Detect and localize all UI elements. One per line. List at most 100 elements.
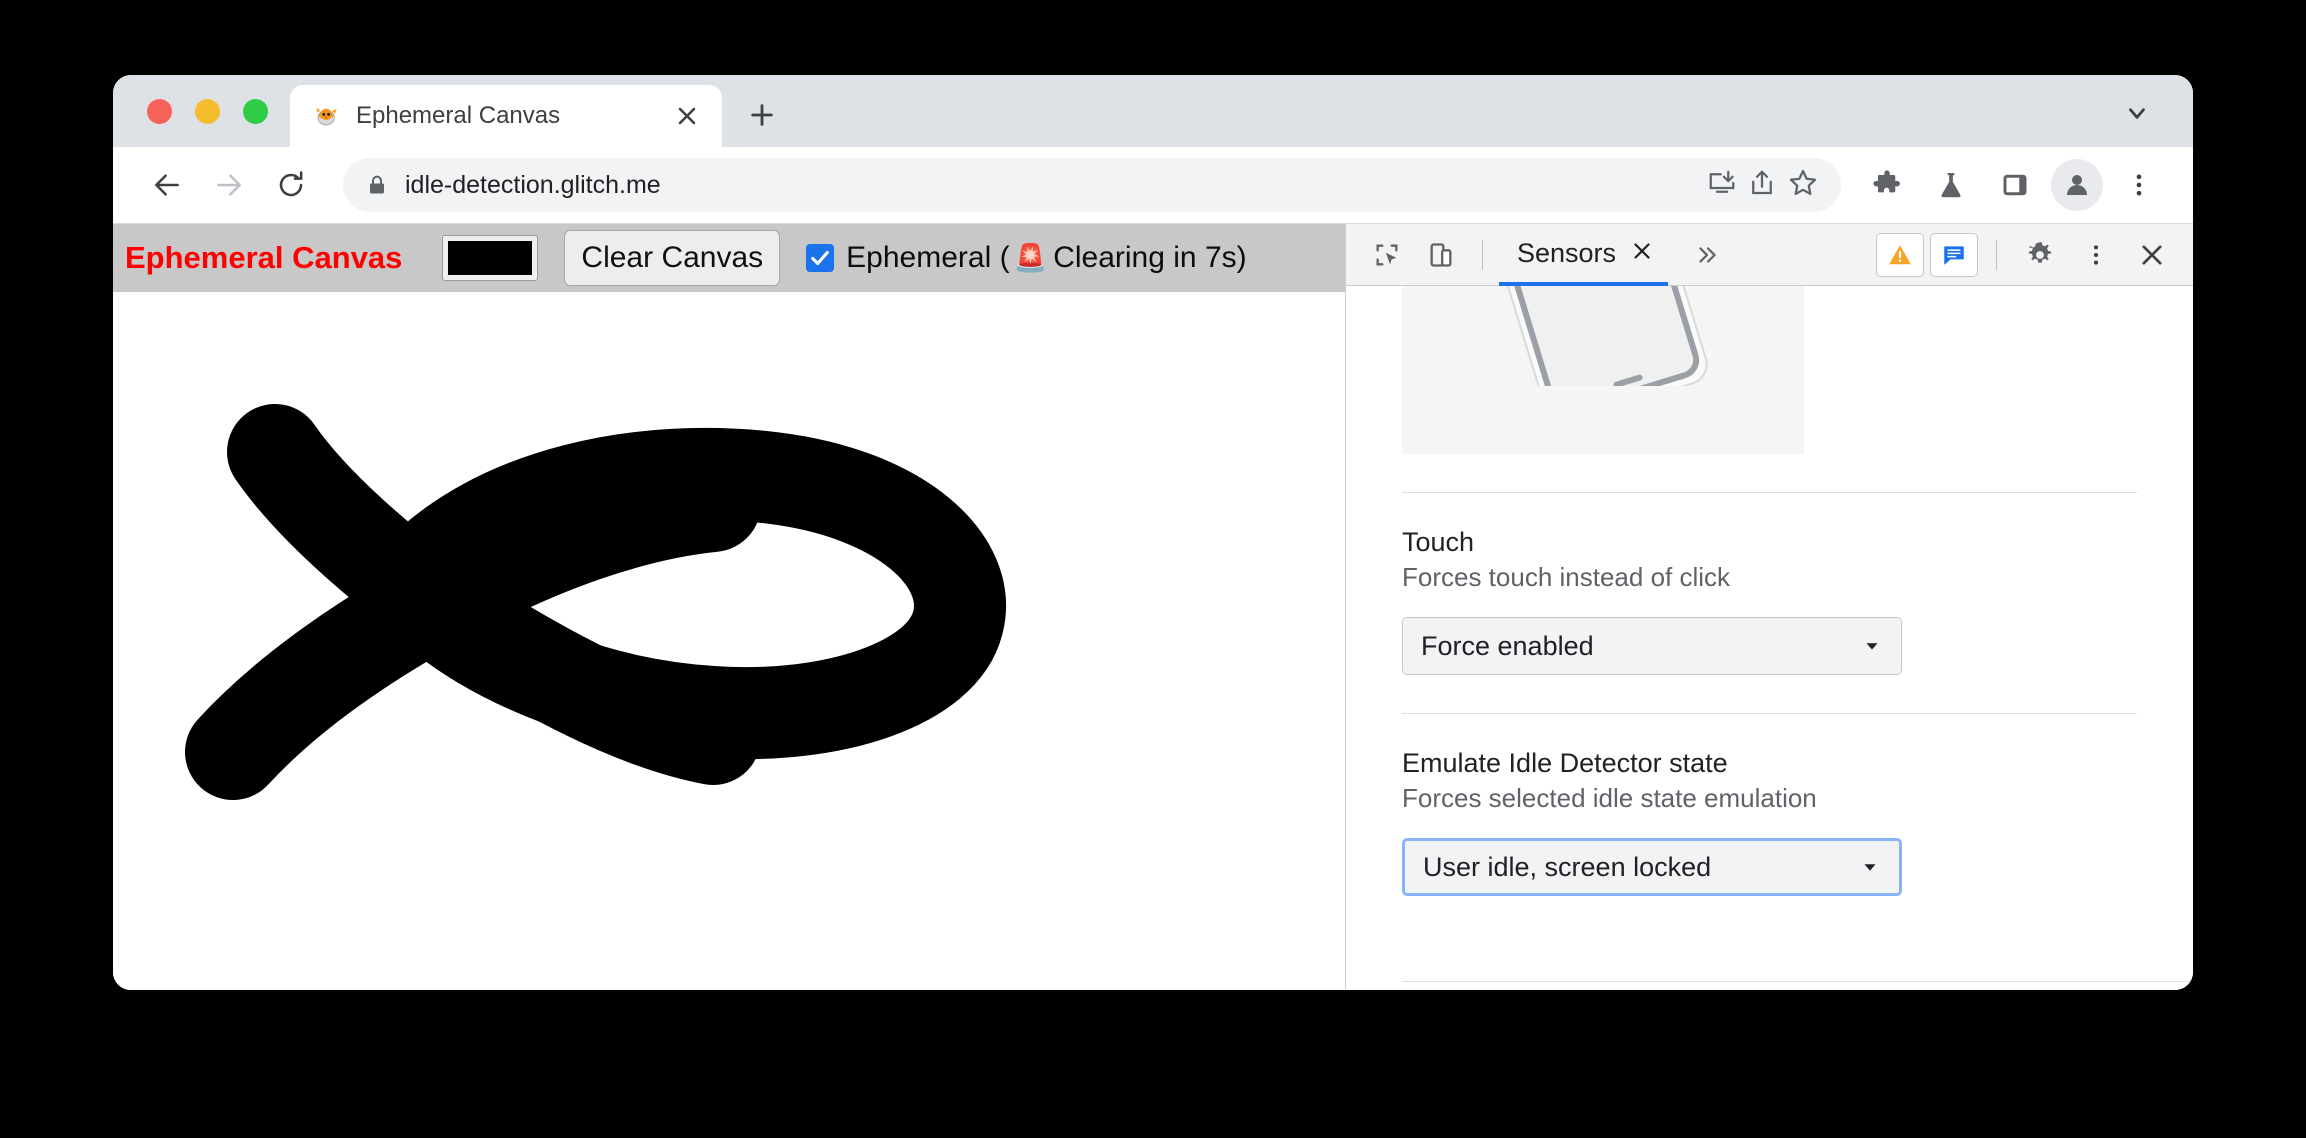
issues-message-icon <box>1944 245 1964 265</box>
lock-icon <box>370 175 384 194</box>
kebab-menu-icon <box>2093 244 2099 265</box>
side-panel-icon <box>2003 174 2027 196</box>
devtools-settings-button[interactable] <box>2015 232 2065 278</box>
share-icon <box>1752 170 1772 194</box>
close-icon <box>1634 242 1650 259</box>
checkmark-icon <box>811 250 830 266</box>
ephemeral-checkbox[interactable] <box>806 244 835 272</box>
share-button[interactable] <box>1747 168 1777 203</box>
avatar-icon <box>2067 175 2087 195</box>
idle-detector-select[interactable]: User idle, screen locked <box>1402 838 1902 896</box>
toolbar-divider-right <box>1996 239 1997 270</box>
warning-triangle-icon <box>1889 244 1911 264</box>
touch-subtitle: Forces touch instead of click <box>1402 562 1731 592</box>
section-touch: Touch Forces touch instead of click Forc… <box>1346 493 2193 675</box>
ephemeral-toggle-group[interactable]: Ephemeral ( 🚨 Clearing in 7s) <box>806 241 1247 275</box>
idle-detector-subtitle: Forces selected idle state emulation <box>1402 783 1817 813</box>
double-chevron-right-icon <box>1699 246 1716 263</box>
window-controls <box>113 75 290 147</box>
devtools-toolbar: Sensors <box>1346 224 2193 286</box>
tab-search-button[interactable] <box>2115 91 2159 135</box>
plus-icon <box>751 104 773 126</box>
phone-3d-illustration <box>1487 286 1708 386</box>
chevron-down-icon <box>1864 864 1876 871</box>
browser-content: Ephemeral Canvas Clear Canvas Ephemeral … <box>113 223 2193 990</box>
browser-tab[interactable]: Ephemeral Canvas <box>290 85 722 147</box>
toolbar-actions <box>1859 157 2167 213</box>
experiments-button[interactable] <box>1923 157 1979 213</box>
install-app-button[interactable] <box>1707 168 1737 203</box>
address-bar-url: idle-detection.glitch.me <box>405 170 661 199</box>
tab-strip: Ephemeral Canvas <box>113 75 2193 147</box>
toolbar-divider <box>1482 239 1483 270</box>
warnings-button[interactable] <box>1876 232 1924 277</box>
inspect-element-button[interactable] <box>1362 232 1412 278</box>
siren-icon: 🚨 <box>1013 242 1048 273</box>
color-picker-input[interactable] <box>442 235 539 281</box>
install-icon <box>1709 170 1735 193</box>
device-toolbar-icon <box>1430 242 1452 267</box>
devtools-menu-button[interactable] <box>2071 232 2121 278</box>
ephemeral-label-prefix: Ephemeral ( <box>846 241 1010 274</box>
ephemeral-countdown: Clearing in 7s) <box>1053 241 1247 274</box>
touch-select-value: Force enabled <box>1421 630 1594 661</box>
profile-button[interactable] <box>2051 159 2103 211</box>
chevron-down-icon <box>2129 108 2145 119</box>
close-icon <box>2142 244 2162 265</box>
clear-canvas-button[interactable]: Clear Canvas <box>564 230 781 286</box>
kebab-menu-icon <box>2136 174 2142 196</box>
chevron-down-icon <box>1866 643 1878 650</box>
tab-title: Ephemeral Canvas <box>356 102 561 129</box>
extensions-button[interactable] <box>1859 157 1915 213</box>
ephemeral-label: Ephemeral ( 🚨 Clearing in 7s) <box>846 241 1246 275</box>
omnibox-actions <box>1707 167 1819 204</box>
device-orientation-widget[interactable] <box>1402 286 1804 454</box>
browser-window: Ephemeral Canvas idle-detection.glitch.m… <box>113 75 2193 990</box>
section-idle-detector: Emulate Idle Detector state Forces selec… <box>1346 714 2193 896</box>
flask-icon <box>1941 173 1961 198</box>
color-swatch-preview <box>448 241 533 275</box>
bookmark-button[interactable] <box>1787 167 1819 204</box>
navigation-toolbar: idle-detection.glitch.me <box>113 147 2193 223</box>
back-button[interactable] <box>139 157 195 213</box>
devtools-panel: Sensors Touch Forces touch instead of cl… <box>1345 224 2193 990</box>
reload-button[interactable] <box>263 157 319 213</box>
idle-detector-select-value: User idle, screen locked <box>1423 851 1712 882</box>
app-toolbar: Ephemeral Canvas Clear Canvas Ephemeral … <box>113 224 1345 292</box>
address-bar[interactable]: idle-detection.glitch.me <box>343 158 1841 212</box>
page-viewport: Ephemeral Canvas Clear Canvas Ephemeral … <box>113 224 1345 990</box>
new-tab-button[interactable] <box>736 89 788 141</box>
close-window-button[interactable] <box>147 98 172 124</box>
more-tabs-button[interactable] <box>1682 232 1732 278</box>
inspect-element-icon <box>1376 244 1398 265</box>
puzzle-icon <box>1873 170 1900 193</box>
canvas-drawing <box>185 404 1006 800</box>
forward-button <box>201 157 257 213</box>
pufferfish-favicon <box>316 107 337 126</box>
touch-select[interactable]: Force enabled <box>1402 617 1902 675</box>
star-icon <box>1789 169 1817 195</box>
devtools-toolbar-right <box>1876 232 2177 278</box>
sensors-panel-content[interactable]: Touch Forces touch instead of click Forc… <box>1346 286 2193 990</box>
device-toolbar-button[interactable] <box>1416 232 1466 278</box>
drawing-canvas[interactable] <box>113 292 1345 990</box>
page-title: Ephemeral Canvas <box>125 240 403 275</box>
minimize-window-button[interactable] <box>195 98 220 124</box>
maximize-window-button[interactable] <box>243 98 268 124</box>
side-panel-button[interactable] <box>1987 157 2043 213</box>
arrow-right-icon <box>217 174 241 196</box>
reload-icon <box>279 171 303 197</box>
idle-detector-title: Emulate Idle Detector state <box>1402 748 1728 778</box>
panel-bottom-divider <box>1402 981 2193 982</box>
devtools-close-button[interactable] <box>2127 232 2177 278</box>
gear-icon <box>2028 241 2052 263</box>
tab-close-button[interactable] <box>670 99 704 133</box>
touch-title: Touch <box>1402 527 1475 557</box>
tab-sensors-label: Sensors <box>1517 237 1617 268</box>
arrow-left-icon <box>155 174 179 196</box>
close-icon <box>678 107 696 125</box>
tab-sensors-close-button[interactable] <box>1630 239 1654 268</box>
issues-button[interactable] <box>1930 232 1978 277</box>
browser-menu-button[interactable] <box>2111 157 2167 213</box>
tab-sensors[interactable]: Sensors <box>1499 225 1669 286</box>
